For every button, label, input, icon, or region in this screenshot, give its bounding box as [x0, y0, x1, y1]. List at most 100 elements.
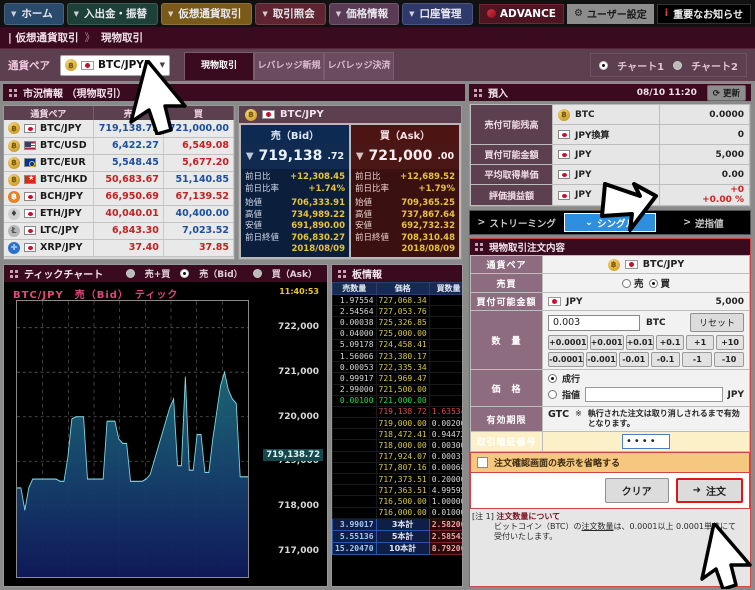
- order-book-row[interactable]: 1.97554 727,068.34: [332, 293, 462, 307]
- ob-buy-qty[interactable]: [428, 338, 462, 351]
- qty-step--10[interactable]: -10: [714, 352, 745, 367]
- ob-buy-qty[interactable]: [428, 293, 462, 307]
- ob-sell-qty[interactable]: 0.00053: [332, 361, 377, 374]
- market-buy-price[interactable]: 5,677.20: [163, 154, 235, 172]
- order-book-row[interactable]: 716,500.001.00000: [332, 495, 462, 508]
- market-pair-cell[interactable]: ✛ XRP/JPY: [4, 239, 94, 257]
- table-row[interactable]: ฿ BTC/EUR 5,548.45 5,677.20: [4, 154, 235, 172]
- nav-item-deposit-withdraw[interactable]: ▼ 入出金・振替: [66, 2, 158, 25]
- sell-radio[interactable]: [621, 278, 631, 288]
- ob-sell-qty[interactable]: 1.56066: [332, 349, 377, 363]
- ob-sell-qty[interactable]: [332, 472, 377, 486]
- ob-price[interactable]: 716,000.00: [375, 506, 430, 519]
- ob-sell-qty[interactable]: 5.09178: [332, 338, 377, 351]
- market-buy-price[interactable]: 37.85: [163, 239, 235, 257]
- order-side-sell[interactable]: 売: [621, 276, 644, 290]
- ob-buy-qty[interactable]: [428, 316, 462, 329]
- ob-sell-qty[interactable]: [332, 439, 377, 452]
- price-market-option[interactable]: 成行: [548, 372, 744, 385]
- qty-step--0.0001[interactable]: -0.0001: [548, 352, 585, 367]
- ob-price[interactable]: 721,969.47: [375, 372, 430, 385]
- order-book-row[interactable]: 717,363.514.99595: [332, 484, 462, 497]
- tab-single[interactable]: ⌄ シングル: [564, 213, 656, 232]
- ob-sell-qty[interactable]: [332, 461, 377, 475]
- nav-item-price-info[interactable]: ▼ 価格情報: [328, 2, 400, 25]
- currency-pair-select[interactable]: ฿ BTC/JPY ▼: [60, 54, 170, 76]
- market-sell-price[interactable]: 5,548.45: [93, 154, 164, 172]
- ob-buy-qty[interactable]: [428, 361, 462, 374]
- market-buy-price[interactable]: 721,000.00: [163, 120, 235, 138]
- order-book-row[interactable]: 2.99000 721,500.00: [332, 383, 462, 396]
- market-sell-price[interactable]: 66,950.69: [93, 188, 164, 206]
- order-side-buy[interactable]: 買: [648, 276, 670, 290]
- ob-buy-qty[interactable]: [428, 305, 462, 318]
- qty-step-+0.01[interactable]: +0.01: [625, 335, 655, 350]
- table-row[interactable]: ฿ BTC/JPY 719,138.72 721,000.00: [4, 120, 235, 138]
- market-sell-price[interactable]: 719,138.72: [93, 120, 164, 138]
- order-book-row[interactable]: 0.00053 722,335.34: [332, 361, 462, 374]
- refresh-button[interactable]: ⟳ 更新: [706, 84, 746, 101]
- qty-step-+1[interactable]: +1: [686, 335, 715, 350]
- market-sell-price[interactable]: 50,683.67: [93, 171, 164, 189]
- ob-price[interactable]: 717,807.16: [375, 461, 430, 475]
- nav-item-home[interactable]: ▼ ホーム: [4, 2, 64, 25]
- skip-confirm-checkbox[interactable]: [477, 457, 488, 468]
- advance-button[interactable]: ADVANCE: [478, 3, 564, 24]
- tick-chart-body[interactable]: BTC/JPY 売（Bid） ティック 11:40:53 717,000 718,…: [4, 282, 327, 586]
- order-book-row[interactable]: 0.00038 725,326.85: [332, 316, 462, 329]
- ob-buy-qty[interactable]: [428, 383, 462, 396]
- ob-buy-qty[interactable]: 0.00068: [428, 461, 462, 475]
- limit-radio[interactable]: [548, 390, 557, 399]
- ob-price[interactable]: 727,053.76: [375, 305, 430, 318]
- qty-step-+10[interactable]: +10: [716, 335, 744, 350]
- important-notice-button[interactable]: i 重要なお知らせ: [656, 3, 751, 24]
- qty-step--0.001[interactable]: -0.001: [586, 352, 617, 367]
- ob-price[interactable]: 722,335.34: [375, 361, 430, 374]
- tick-opt-ask-radio[interactable]: [252, 269, 262, 278]
- ob-buy-qty[interactable]: 0.01000: [428, 506, 462, 519]
- ob-price[interactable]: 721,000.00: [375, 394, 430, 407]
- clear-button[interactable]: クリア: [604, 478, 669, 503]
- qty-step-+0.001[interactable]: +0.001: [589, 335, 624, 350]
- nav-item-crypto-trading[interactable]: ▼ 仮想通貨取引: [160, 2, 253, 25]
- ob-buy-qty[interactable]: [428, 394, 462, 407]
- market-pair-cell[interactable]: ฿ BTC/EUR: [4, 154, 94, 172]
- ob-buy-qty[interactable]: 0.20000: [428, 472, 462, 486]
- quantity-input[interactable]: 0.003: [548, 314, 640, 331]
- order-book-row[interactable]: 717,373.510.20000: [332, 472, 462, 486]
- ob-sell-qty[interactable]: 0.00038: [332, 316, 377, 329]
- nav-item-account-management[interactable]: ▼ 口座管理: [402, 2, 473, 25]
- ob-buy-qty[interactable]: [428, 372, 462, 385]
- ob-sell-qty[interactable]: [332, 495, 377, 508]
- ob-buy-qty[interactable]: 0.94472: [428, 428, 462, 441]
- qty-step-+0.1[interactable]: +0.1: [656, 335, 685, 350]
- tab-spot-trading[interactable]: 現物取引: [184, 52, 254, 80]
- ob-buy-qty[interactable]: 1.63534: [428, 405, 462, 419]
- tab-streaming[interactable]: > ストリーミング: [472, 213, 562, 232]
- market-buy-price[interactable]: 6,549.08: [163, 137, 235, 155]
- ob-sell-qty[interactable]: 0.99917: [332, 372, 377, 385]
- table-row[interactable]: ✛ XRP/JPY 37.40 37.85: [4, 239, 235, 257]
- limit-price-input[interactable]: [585, 387, 723, 402]
- price-limit-option[interactable]: 指値 JPY: [548, 387, 744, 402]
- tick-opt-both-radio[interactable]: [125, 269, 135, 278]
- ob-sell-qty[interactable]: [332, 405, 377, 419]
- ob-sell-qty[interactable]: [332, 428, 377, 441]
- ob-price[interactable]: 725,000.00: [375, 327, 430, 340]
- market-sell-price[interactable]: 40,040.01: [93, 205, 164, 223]
- order-book-row[interactable]: 0.99917 721,969.47: [332, 372, 462, 385]
- ob-buy-qty[interactable]: 0.00300: [428, 439, 462, 452]
- market-sell-price[interactable]: 37.40: [93, 239, 164, 257]
- market-pair-cell[interactable]: ฿ BTC/JPY: [4, 120, 94, 138]
- market-radio[interactable]: [548, 374, 557, 383]
- user-settings-button[interactable]: ⚙ ユーザー設定: [566, 3, 654, 24]
- market-pair-cell[interactable]: ♦ ETH/JPY: [4, 205, 94, 223]
- order-book-row[interactable]: 717,807.160.00068: [332, 461, 462, 475]
- chart1-radio[interactable]: [599, 60, 609, 70]
- market-buy-price[interactable]: 51,140.85: [163, 171, 235, 189]
- table-row[interactable]: Ł LTC/JPY 6,843.30 7,023.52: [4, 222, 235, 240]
- ob-sell-qty[interactable]: 2.99000: [332, 383, 377, 396]
- market-buy-price[interactable]: 40,400.00: [163, 205, 235, 223]
- order-book-row[interactable]: 718,472.410.94472: [332, 428, 462, 441]
- ob-buy-qty[interactable]: 4.99595: [428, 484, 462, 497]
